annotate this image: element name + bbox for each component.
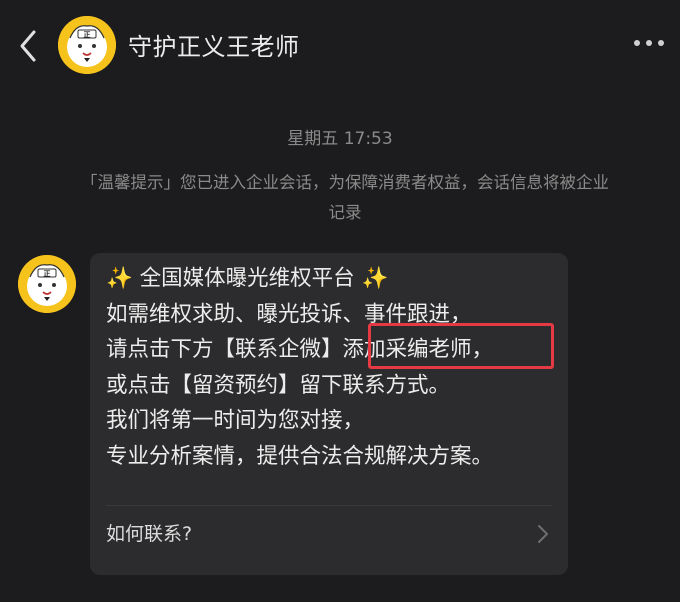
- chat-header: 正 守护正义王老师: [0, 0, 680, 96]
- notice-line-1: 「温馨提示」您已进入企业会话，为保障消费者权益，会话信息将被企业: [81, 173, 609, 192]
- message-line-1: ✨ 全国媒体曝光维权平台 ✨: [106, 266, 389, 291]
- chevron-left-icon[interactable]: [14, 28, 44, 64]
- lion-logo-icon: 正: [58, 16, 116, 74]
- svg-text:正: 正: [44, 270, 51, 278]
- message-line-4: 或点击【留资预约】留下联系方式。: [106, 372, 451, 398]
- message-line-6: 专业分析案情，提供合法合规解决方案。: [106, 443, 494, 469]
- how-to-contact-link[interactable]: 如何联系?: [106, 519, 192, 546]
- svg-text:正: 正: [84, 31, 91, 39]
- lion-logo-icon: 正: [18, 255, 76, 313]
- notice-line-2: 记录: [328, 203, 362, 222]
- sender-avatar[interactable]: 正: [18, 255, 76, 313]
- message-bubble[interactable]: ✨ 全国媒体曝光维权平台 ✨ 如需维权求助、曝光投诉、事件跟进， 请点击下方【联…: [90, 253, 568, 575]
- chevron-right-icon[interactable]: [536, 523, 550, 545]
- highlight-box: [368, 323, 554, 369]
- more-dots-icon[interactable]: [634, 36, 664, 50]
- message-timestamp: 星期五 17:53: [287, 129, 393, 149]
- system-notice: 「温馨提示」您已进入企业会话，为保障消费者权益，会话信息将被企业 记录: [40, 168, 650, 228]
- chat-title: 守护正义王老师: [128, 33, 300, 61]
- contact-avatar[interactable]: 正: [58, 16, 116, 74]
- bubble-divider: [106, 505, 552, 506]
- message-line-5: 我们将第一时间为您对接，: [106, 408, 365, 433]
